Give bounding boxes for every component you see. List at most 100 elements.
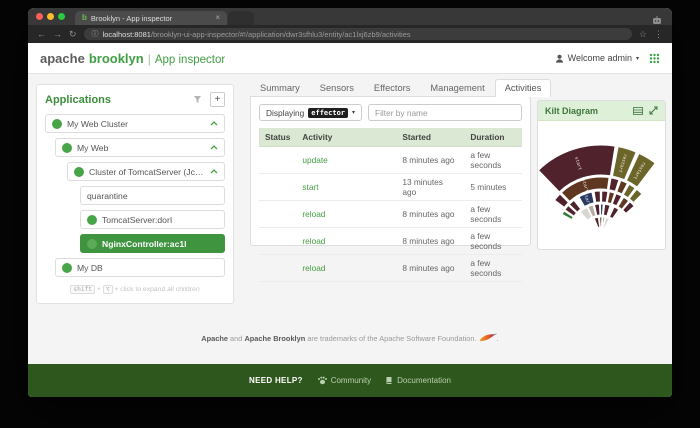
- activity-link[interactable]: reload: [302, 209, 325, 219]
- applications-panel: Applications + My Web Cluster My Web Clu…: [36, 84, 234, 304]
- browser-tab-title: Brooklyn - App inspector: [91, 14, 211, 23]
- table-row[interactable]: reload 8 minutes ago a few seconds: [259, 201, 522, 228]
- filter-funnel-icon[interactable]: [193, 95, 202, 104]
- documentation-link[interactable]: Documentation: [385, 376, 451, 385]
- table-row[interactable]: start 13 minutes ago 5 minutes: [259, 174, 522, 201]
- tree-item-my-web[interactable]: My Web: [55, 138, 225, 157]
- kilt-segment[interactable]: [600, 204, 603, 215]
- kilt-segment[interactable]: [602, 191, 608, 202]
- chevron-down-icon: ▾: [352, 109, 355, 116]
- address-bar[interactable]: ⓘ localhost:8081/brooklyn-ui-app-inspect…: [84, 28, 632, 40]
- activity-link[interactable]: start: [302, 182, 318, 192]
- status-ok-icon: [62, 263, 72, 273]
- forward-icon[interactable]: →: [53, 30, 62, 39]
- expand-icon[interactable]: [649, 106, 658, 115]
- table-row[interactable]: update 8 minutes ago a few seconds: [259, 147, 522, 174]
- col-started[interactable]: Started: [396, 128, 464, 147]
- activities-panel: Displaying effector ▾ Status Activity St…: [250, 96, 531, 246]
- user-icon: [555, 54, 564, 63]
- shift-key: shift: [70, 285, 95, 294]
- col-duration[interactable]: Duration: [464, 128, 522, 147]
- brooklyn-logo[interactable]: apache brooklyn | App inspector: [40, 51, 225, 66]
- new-tab-area[interactable]: [228, 11, 254, 25]
- status-ok-icon: [87, 215, 97, 225]
- welcome-label: Welcome admin: [568, 53, 632, 63]
- chevron-down-icon: ▾: [636, 55, 639, 62]
- close-window-button[interactable]: [36, 13, 43, 20]
- effector-badge: effector: [308, 108, 348, 118]
- col-activity[interactable]: Activity: [296, 128, 396, 147]
- add-application-button[interactable]: +: [210, 92, 225, 107]
- app-grid-icon[interactable]: [649, 53, 660, 64]
- kilt-segment[interactable]: [594, 217, 599, 227]
- page-title: App inspector: [155, 54, 225, 66]
- brand-brooklyn: brooklyn: [89, 51, 144, 66]
- trademark-footer: Apache and Apache Brooklyn are trademark…: [28, 333, 672, 343]
- tab-sensors[interactable]: Sensors: [310, 79, 364, 97]
- user-menu[interactable]: Welcome admin ▾: [555, 53, 639, 63]
- tree-item-nginxcontroller-selected[interactable]: NginxController:ac1l: [80, 234, 225, 253]
- kilt-diagram-title: Kilt Diagram: [545, 106, 627, 116]
- kilt-diagram-panel: Kilt Diagram startrestartrestartstartsta…: [537, 100, 666, 250]
- zoom-window-button[interactable]: [58, 13, 65, 20]
- brand-divider: |: [148, 52, 151, 66]
- option-key: ⌥: [103, 285, 113, 294]
- browser-extension-icon[interactable]: [652, 12, 662, 30]
- table-row[interactable]: reload 8 minutes ago a few seconds: [259, 228, 522, 255]
- browser-tabbar: b Brooklyn - App inspector ×: [28, 8, 672, 25]
- activity-link[interactable]: reload: [302, 263, 325, 273]
- tab-management[interactable]: Management: [420, 79, 494, 97]
- chevron-up-icon[interactable]: [210, 169, 218, 174]
- status-ok-icon: [62, 143, 72, 153]
- window-controls: [36, 8, 65, 25]
- site-info-icon[interactable]: ⓘ: [92, 29, 99, 39]
- table-view-icon[interactable]: [633, 107, 643, 115]
- expand-hint: shift + ⌥ + click to expand all children: [45, 286, 225, 293]
- minimize-window-button[interactable]: [47, 13, 54, 20]
- tree-item-tomcatserver[interactable]: TomcatServer:dorI: [80, 210, 225, 229]
- apache-feather-logo-icon: [479, 333, 497, 342]
- book-icon: [385, 376, 393, 385]
- community-link[interactable]: Community: [317, 376, 371, 385]
- chevron-up-icon[interactable]: [210, 121, 218, 126]
- tab-activities[interactable]: Activities: [495, 79, 552, 97]
- table-row[interactable]: reload 8 minutes ago a few seconds: [259, 255, 522, 282]
- table-header-row: Status Activity Started Duration: [259, 128, 522, 147]
- kilt-segment[interactable]: [609, 207, 618, 219]
- filter-by-name-input[interactable]: [368, 104, 522, 121]
- brooklyn-favicon-icon: b: [82, 14, 87, 22]
- browser-menu-icon[interactable]: ⋮: [654, 30, 663, 39]
- status-ok-icon: [87, 239, 97, 249]
- kilt-segment[interactable]: [603, 204, 610, 216]
- displaying-dropdown[interactable]: Displaying effector ▾: [259, 104, 362, 121]
- col-status[interactable]: Status: [259, 128, 296, 147]
- kilt-segment[interactable]: [599, 217, 602, 227]
- tree-item-tomcat-cluster[interactable]: Cluster of TomcatServer (JcloudsLocation…: [67, 162, 225, 181]
- browser-window: b Brooklyn - App inspector × ← → ↻ ⓘ loc…: [28, 8, 672, 397]
- tab-close-icon[interactable]: ×: [215, 14, 220, 22]
- brand-apache: apache: [40, 51, 85, 66]
- activities-table: Status Activity Started Duration update …: [259, 128, 522, 282]
- activity-link[interactable]: reload: [302, 236, 325, 246]
- main-content: Applications + My Web Cluster My Web Clu…: [28, 74, 672, 364]
- browser-tab[interactable]: b Brooklyn - App inspector ×: [75, 11, 227, 25]
- chevron-up-icon[interactable]: [210, 145, 218, 150]
- tab-summary[interactable]: Summary: [250, 79, 310, 97]
- tree-item-my-web-cluster[interactable]: My Web Cluster: [45, 114, 225, 133]
- reload-icon[interactable]: ↻: [69, 30, 77, 39]
- kilt-diagram-chart[interactable]: startrestartrestartstartstart: [538, 121, 665, 245]
- kilt-segment[interactable]: [594, 191, 600, 202]
- applications-title: Applications: [45, 94, 185, 106]
- apache-brooklyn-link[interactable]: Apache Brooklyn: [244, 334, 305, 343]
- apache-link[interactable]: Apache: [201, 334, 228, 343]
- app-header: apache brooklyn | App inspector Welcome …: [28, 43, 672, 74]
- tab-effectors[interactable]: Effectors: [364, 79, 421, 97]
- back-icon[interactable]: ←: [37, 30, 46, 39]
- status-ok-icon: [74, 167, 84, 177]
- url-host: localhost:8081: [103, 30, 151, 39]
- bookmark-star-icon[interactable]: ☆: [639, 30, 647, 39]
- paw-icon: [317, 376, 327, 385]
- tree-item-my-db[interactable]: My DB: [55, 258, 225, 277]
- tree-item-quarantine[interactable]: quarantine: [80, 186, 225, 205]
- activity-link[interactable]: update: [302, 155, 327, 165]
